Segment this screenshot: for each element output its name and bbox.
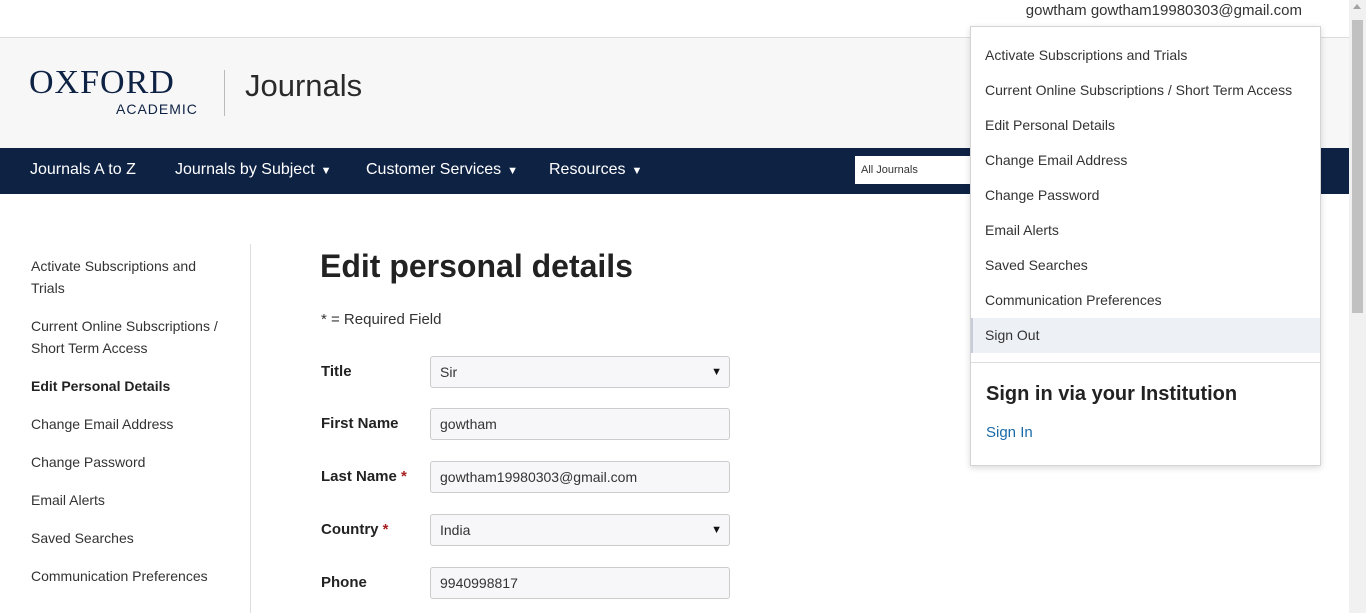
sidebar-item-saved-searches[interactable]: Saved Searches [31,527,231,549]
caret-down-icon: ▼ [320,165,332,177]
institution-signin-heading: Sign in via your Institution [986,383,1238,405]
select-arrow-icon: ▼ [711,524,722,536]
required-field-note: * = Required Field [321,311,442,328]
account-sidebar: Activate Subscriptions and Trials Curren… [0,244,251,613]
academic-logo-text: ACADEMIC [116,101,198,117]
first-name-label: First Name [321,415,399,432]
country-label: Country * [321,521,389,538]
required-star: * [401,468,407,485]
first-name-input[interactable]: gowtham [430,408,730,440]
scroll-up-arrow-icon[interactable] [1353,4,1361,9]
menu-divider [971,362,1320,363]
country-select-value: India [440,522,471,538]
nav-label: Journals A to Z [30,161,136,178]
select-arrow-icon: ▼ [711,366,722,378]
account-dropdown-menu: Activate Subscriptions and Trials Curren… [970,26,1321,466]
menu-item-change-password[interactable]: Change Password [971,178,1320,213]
journals-section-title[interactable]: Journals [245,68,362,104]
title-select-value: Sir [440,364,458,380]
title-label: Title [321,363,352,380]
last-name-label-text: Last Name [321,468,397,485]
required-star: * [382,521,389,538]
sidebar-item-activate-subscriptions[interactable]: Activate Subscriptions and Trials [31,255,231,299]
phone-label: Phone [321,574,367,591]
oxford-logo[interactable]: OXFORD [29,66,175,100]
nav-label: Customer Services [366,161,502,178]
sidebar-item-edit-personal-details[interactable]: Edit Personal Details [31,375,231,397]
search-scope-select[interactable]: All Journals [855,156,973,184]
institution-signin-link[interactable]: Sign In [986,424,1033,441]
last-name-input[interactable]: gowtham19980303@gmail.com [430,461,730,493]
caret-down-icon: ▼ [631,165,643,177]
user-menu-toggle[interactable]: gowtham gowtham19980303@gmail.com [1026,2,1302,19]
menu-item-activate-subscriptions[interactable]: Activate Subscriptions and Trials [971,38,1320,73]
sidebar-item-change-password[interactable]: Change Password [31,451,231,473]
menu-item-change-email[interactable]: Change Email Address [971,143,1320,178]
sidebar-item-email-alerts[interactable]: Email Alerts [31,489,231,511]
nav-journals-a-to-z[interactable]: Journals A to Z [30,161,136,179]
sidebar-item-current-subscriptions[interactable]: Current Online Subscriptions / Short Ter… [31,315,231,359]
sidebar-item-communication-preferences[interactable]: Communication Preferences [31,565,231,587]
country-label-text: Country [321,521,379,538]
nav-journals-by-subject[interactable]: Journals by Subject ▼ [175,161,332,179]
nav-label: Journals by Subject [175,161,315,178]
menu-item-email-alerts[interactable]: Email Alerts [971,213,1320,248]
menu-item-communication-preferences[interactable]: Communication Preferences [971,283,1320,318]
title-select[interactable]: Sir ▼ [430,356,730,388]
phone-input[interactable]: 9940998817 [430,567,730,599]
logo-divider [224,70,225,116]
nav-resources[interactable]: Resources ▼ [549,161,642,179]
menu-item-sign-out[interactable]: Sign Out [971,318,1320,353]
caret-down-icon: ▼ [507,165,519,177]
page-title: Edit personal details [320,248,633,284]
menu-item-current-subscriptions[interactable]: Current Online Subscriptions / Short Ter… [971,73,1320,108]
country-select[interactable]: India ▼ [430,514,730,546]
nav-label: Resources [549,161,626,178]
sidebar-item-change-email[interactable]: Change Email Address [31,413,231,435]
page-scrollbar[interactable] [1349,0,1366,613]
menu-item-edit-personal-details[interactable]: Edit Personal Details [971,108,1320,143]
nav-customer-services[interactable]: Customer Services ▼ [366,161,518,179]
last-name-label: Last Name * [321,468,407,485]
scrollbar-thumb[interactable] [1352,20,1363,313]
menu-item-saved-searches[interactable]: Saved Searches [971,248,1320,283]
